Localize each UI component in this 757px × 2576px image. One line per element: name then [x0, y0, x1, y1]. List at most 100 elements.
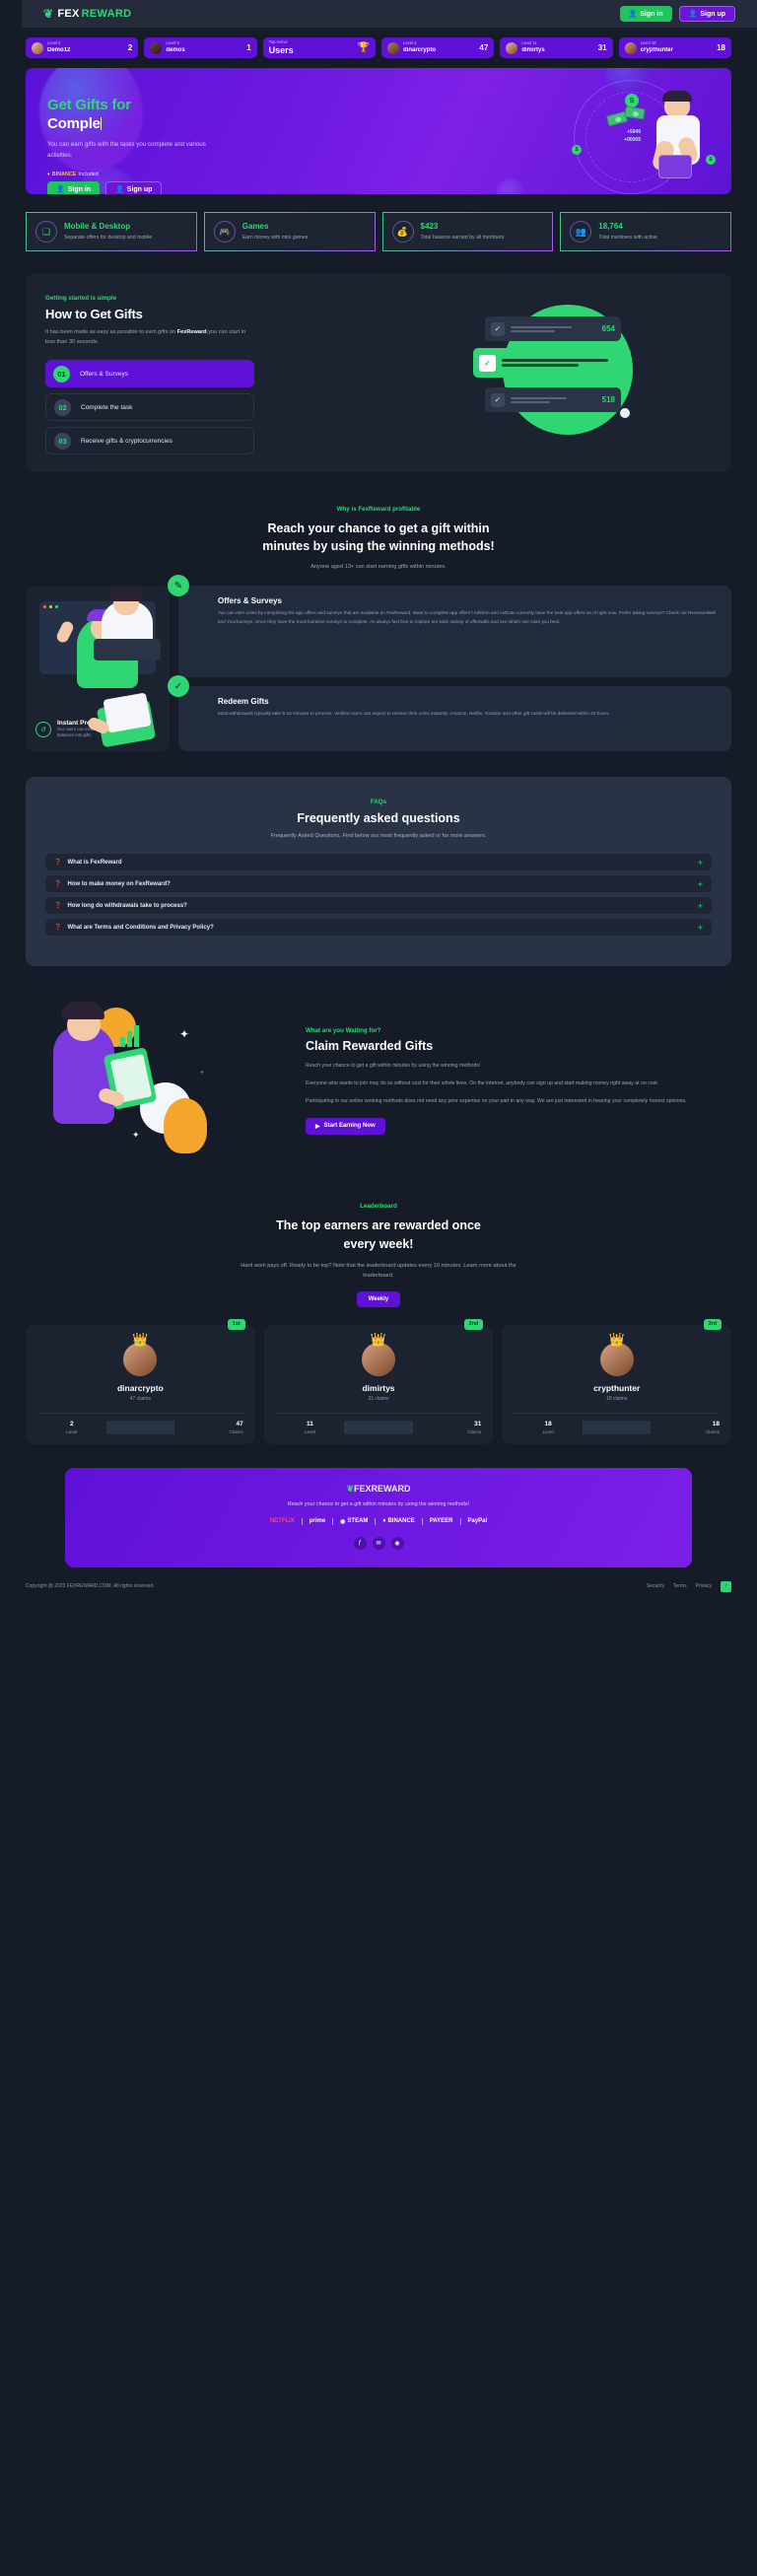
- social-icon-discord[interactable]: ◉: [390, 1536, 404, 1550]
- stat-card-games[interactable]: 🎮 Games Earn money with mini games: [203, 212, 376, 251]
- logo[interactable]: ❦ FEX REWARD: [43, 7, 131, 21]
- faq-item[interactable]: ❓ What is FexReward +: [45, 854, 712, 871]
- expand-icon[interactable]: +: [698, 858, 703, 868]
- leaderboard-card[interactable]: 1st 👑 dinarcrypto 47 claims 2 Level 47 C…: [26, 1318, 255, 1444]
- page-root: ❦ FEX REWARD 👤 Sign in 👤 Sign up Level 0 D…: [0, 0, 757, 1604]
- refresh-icon: ↺: [35, 721, 51, 737]
- leader-level-label: Level: [542, 1428, 554, 1434]
- how-steps: 01 Offers & Surveys 02 Complete the task…: [45, 360, 254, 455]
- footer-links: Security Terms Privacy ↑: [647, 1580, 731, 1592]
- coin-icon: S: [572, 145, 582, 155]
- rank-badge: 3rd: [703, 1318, 723, 1330]
- faq-item[interactable]: ❓ How to make money on FexReward? +: [45, 875, 712, 893]
- faq-item[interactable]: ❓ How long do withdrawals take to proces…: [45, 897, 712, 915]
- stat-card-members[interactable]: 👥 18,764 Total members with active: [560, 212, 731, 251]
- leader-name: dinarcrypto: [116, 1382, 164, 1393]
- start-earning-button[interactable]: ▶ Start Earning Now: [306, 1117, 385, 1135]
- user-card[interactable]: Level 10 crypthunter 18: [618, 37, 731, 58]
- how-step-1[interactable]: 01 Offers & Surveys: [45, 360, 254, 388]
- expand-icon[interactable]: +: [698, 879, 703, 889]
- footer-logo-text: FEXREWARD: [354, 1483, 411, 1494]
- payment-partners: NETFLIX prime ◉ STEAM ♦ BINANCE PAYEER Pay…: [85, 1517, 672, 1525]
- step-label: Complete the task: [81, 403, 133, 411]
- logo-text-reward: REWARD: [81, 8, 132, 20]
- user-card[interactable]: Level 5 demos 1: [144, 37, 257, 58]
- hero-sign-up-button[interactable]: 👤 Sign up: [105, 181, 163, 194]
- play-icon: ▶: [315, 1123, 320, 1130]
- steam-icon: ◉: [340, 1518, 346, 1525]
- leader-claims-value: 18: [712, 1420, 721, 1427]
- step-number: 03: [54, 432, 71, 450]
- divider: [105, 1420, 175, 1434]
- user-card[interactable]: Level 0 Demo12 2: [26, 37, 139, 58]
- footer-link-security[interactable]: Security: [647, 1583, 664, 1589]
- hero-banner: S S S +5049 +00005 Get Gifts for Comple: [26, 68, 731, 194]
- stat-card-balance[interactable]: 💰 $423 Total balance earned by all membe…: [381, 212, 554, 251]
- stat-card-mobile-desktop[interactable]: ❑ Mobile & Desktop Separate offers for d…: [26, 212, 197, 251]
- how-sub: It has been made as easy as possible to …: [45, 327, 252, 347]
- expand-icon[interactable]: +: [698, 901, 703, 911]
- leader-claims-label: Claims: [705, 1428, 721, 1434]
- leader-level-value: 2: [69, 1420, 74, 1427]
- social-icon-telegram[interactable]: ✉: [372, 1536, 385, 1550]
- gamepad-icon: 🎮: [213, 221, 236, 243]
- leaderboard-title: The top earners are rewarded once every w…: [0, 1217, 757, 1252]
- binance-icon: ♦: [47, 172, 50, 178]
- user-card[interactable]: Level 11 dimirtys 31: [500, 37, 613, 58]
- leaderboard-sub: Hard work pays off. Ready to be top? Not…: [241, 1262, 516, 1279]
- avatar: [150, 41, 163, 54]
- faq-list: ❓ What is FexReward + ❓ How to make mone…: [45, 854, 712, 937]
- leader-level-label: Level: [304, 1428, 315, 1434]
- binance-label: BINANCE: [51, 172, 77, 178]
- faq-question: How long do withdrawals take to process?: [67, 902, 187, 909]
- scroll-to-top-button[interactable]: ↑: [721, 1580, 731, 1592]
- sign-in-label: Sign in: [640, 10, 663, 18]
- sign-up-button[interactable]: 👤 Sign up: [678, 6, 735, 22]
- hero-description: You can earn gifts with the tasks you co…: [47, 141, 206, 160]
- leaf-icon: ❦: [346, 1483, 355, 1494]
- footer-link-terms[interactable]: Terms: [673, 1583, 687, 1589]
- expand-icon[interactable]: +: [698, 923, 703, 933]
- check-badge-icon: ✓: [168, 675, 189, 698]
- claim-title: Claim Rewarded Gifts: [306, 1039, 434, 1054]
- avatar: [386, 41, 399, 54]
- stat-desc: Earn money with mini games: [241, 234, 309, 241]
- how-to-panel: Getting started is simple How to Get Gif…: [26, 273, 731, 472]
- stat-desc: Separate offers for desktop and mobile: [64, 234, 153, 241]
- why-sub: Anyone aged 13+ can start earning gifts …: [310, 564, 447, 571]
- partner-netflix: NETFLIX: [269, 1518, 295, 1525]
- why-title-line2: minutes by using the winning methods!: [262, 539, 495, 554]
- divider: [344, 1420, 413, 1434]
- task-value: 518: [601, 395, 615, 404]
- social-links: ƒ ✉ ◉: [85, 1536, 672, 1550]
- weekly-filter-button[interactable]: Weekly: [356, 1290, 401, 1307]
- offers-surveys-card[interactable]: ✎ Offers & Surveys You can earn coins by…: [94, 575, 731, 678]
- sign-in-button[interactable]: 👤 Sign in: [619, 6, 672, 22]
- top-active-users-card[interactable]: Top Active Users 🏆: [262, 37, 376, 58]
- user-card[interactable]: Level 2 dinarcrypto 47: [380, 37, 495, 58]
- hero-sign-in-button[interactable]: 👤 Sign in: [47, 181, 101, 194]
- faq-item[interactable]: ❓ What are Terms and Conditions and Priv…: [45, 919, 712, 937]
- step-label: Offers & Surveys: [80, 370, 129, 378]
- how-step-2[interactable]: 02 Complete the task: [45, 393, 254, 422]
- faq-question: How to make money on FexReward?: [67, 880, 171, 887]
- leader-name: crypthunter: [593, 1382, 641, 1393]
- why-cards: ✎ Offers & Surveys You can earn coins by…: [86, 575, 731, 752]
- footer-logo[interactable]: ❦FEXREWARD: [85, 1484, 672, 1495]
- crown-icon: 👑: [608, 1331, 625, 1347]
- leaderboard-card[interactable]: 3rd 👑 crypthunter 18 claims 18 Level 18 …: [502, 1318, 732, 1444]
- how-step-3[interactable]: 03 Receive gifts & cryptocurrencies: [45, 427, 254, 455]
- copyright-text: Copyright @ 2023 FEXREWARD.COM. All righ…: [26, 1583, 155, 1590]
- hero-illustration: S S S +5049 +00005: [495, 78, 722, 194]
- footer-link-privacy[interactable]: Privacy: [696, 1583, 712, 1589]
- pencil-icon: ✎: [168, 575, 189, 597]
- social-icon-facebook[interactable]: ƒ: [353, 1536, 367, 1550]
- leaderboard-card[interactable]: 2nd 👑 dimirtys 31 claims 11 Level 31 Cla…: [263, 1318, 494, 1444]
- user-name: demos: [166, 46, 185, 53]
- redeem-gifts-card[interactable]: ✓ Redeem Gifts Most withdrawals typicall…: [86, 675, 731, 752]
- leader-level-value: 11: [307, 1420, 313, 1427]
- leader-stats: 11 Level 31 Claims: [275, 1412, 481, 1434]
- amount-label: +00005: [624, 137, 641, 143]
- crown-icon: 👑: [370, 1331, 387, 1347]
- step-number: 02: [54, 398, 71, 416]
